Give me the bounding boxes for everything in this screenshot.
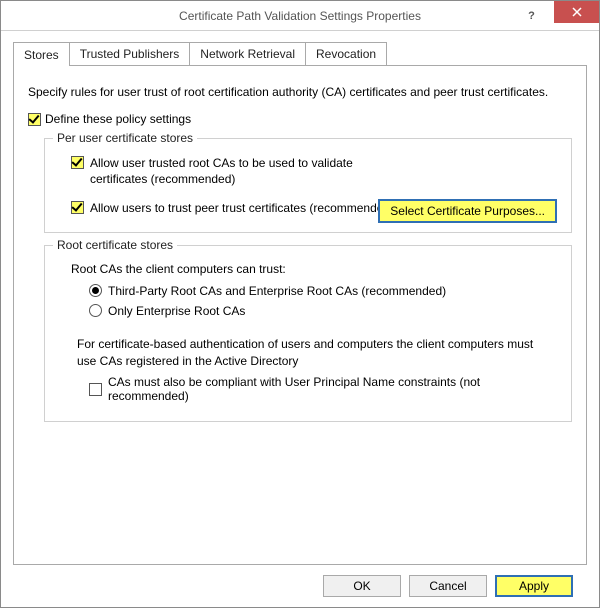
tab-network-retrieval[interactable]: Network Retrieval bbox=[189, 42, 306, 65]
tabpage-stores: Specify rules for user trust of root cer… bbox=[13, 65, 587, 565]
tab-stores[interactable]: Stores bbox=[13, 42, 70, 66]
window-title: Certificate Path Validation Settings Pro… bbox=[179, 9, 421, 23]
select-certificate-purposes-button[interactable]: Select Certificate Purposes... bbox=[378, 199, 557, 223]
client-area: Stores Trusted Publishers Network Retrie… bbox=[1, 31, 599, 597]
define-policy-label: Define these policy settings bbox=[45, 112, 191, 126]
ok-button[interactable]: OK bbox=[323, 575, 401, 597]
radio-only-enterprise-row: Only Enterprise Root CAs bbox=[89, 304, 557, 318]
radio-only-enterprise-label: Only Enterprise Root CAs bbox=[108, 304, 245, 318]
radio-third-party-and-enterprise[interactable] bbox=[89, 284, 102, 297]
active-directory-note: For certificate-based authentication of … bbox=[77, 336, 537, 370]
upn-compliant-label: CAs must also be compliant with User Pri… bbox=[108, 375, 557, 403]
per-user-fieldset: Per user certificate stores Allow user t… bbox=[44, 138, 572, 233]
titlebar: Certificate Path Validation Settings Pro… bbox=[1, 1, 599, 31]
cancel-button[interactable]: Cancel bbox=[409, 575, 487, 597]
upn-compliant-checkbox[interactable] bbox=[89, 383, 102, 396]
define-policy-checkbox[interactable] bbox=[28, 113, 41, 126]
root-stores-fieldset: Root certificate stores Root CAs the cli… bbox=[44, 245, 572, 423]
define-policy-row: Define these policy settings bbox=[28, 112, 572, 126]
close-icon bbox=[572, 7, 582, 17]
allow-peer-trust-checkbox[interactable] bbox=[71, 201, 84, 214]
allow-peer-trust-label: Allow users to trust peer trust certific… bbox=[90, 200, 394, 216]
upn-compliant-row: CAs must also be compliant with User Pri… bbox=[89, 375, 557, 403]
allow-user-trusted-root-checkbox[interactable] bbox=[71, 156, 84, 169]
titlebar-controls: ? bbox=[509, 1, 599, 30]
root-cas-heading: Root CAs the client computers can trust: bbox=[71, 262, 557, 276]
close-button[interactable] bbox=[554, 1, 599, 23]
root-stores-legend: Root certificate stores bbox=[53, 238, 177, 252]
radio-only-enterprise[interactable] bbox=[89, 304, 102, 317]
allow-user-trusted-root-row: Allow user trusted root CAs to be used t… bbox=[71, 155, 557, 187]
dialog-button-bar: OK Cancel Apply bbox=[13, 565, 587, 597]
allow-user-trusted-root-label: Allow user trusted root CAs to be used t… bbox=[90, 155, 400, 187]
tab-revocation[interactable]: Revocation bbox=[305, 42, 387, 65]
apply-button[interactable]: Apply bbox=[495, 575, 573, 597]
radio-third-party-row: Third-Party Root CAs and Enterprise Root… bbox=[89, 284, 557, 298]
per-user-legend: Per user certificate stores bbox=[53, 131, 197, 145]
tab-strip: Stores Trusted Publishers Network Retrie… bbox=[13, 41, 587, 65]
help-button[interactable]: ? bbox=[509, 1, 554, 31]
radio-third-party-label: Third-Party Root CAs and Enterprise Root… bbox=[108, 284, 446, 298]
intro-text: Specify rules for user trust of root cer… bbox=[28, 84, 572, 100]
select-purposes-wrap: Select Certificate Purposes... bbox=[378, 199, 557, 223]
tab-trusted-publishers[interactable]: Trusted Publishers bbox=[69, 42, 191, 65]
